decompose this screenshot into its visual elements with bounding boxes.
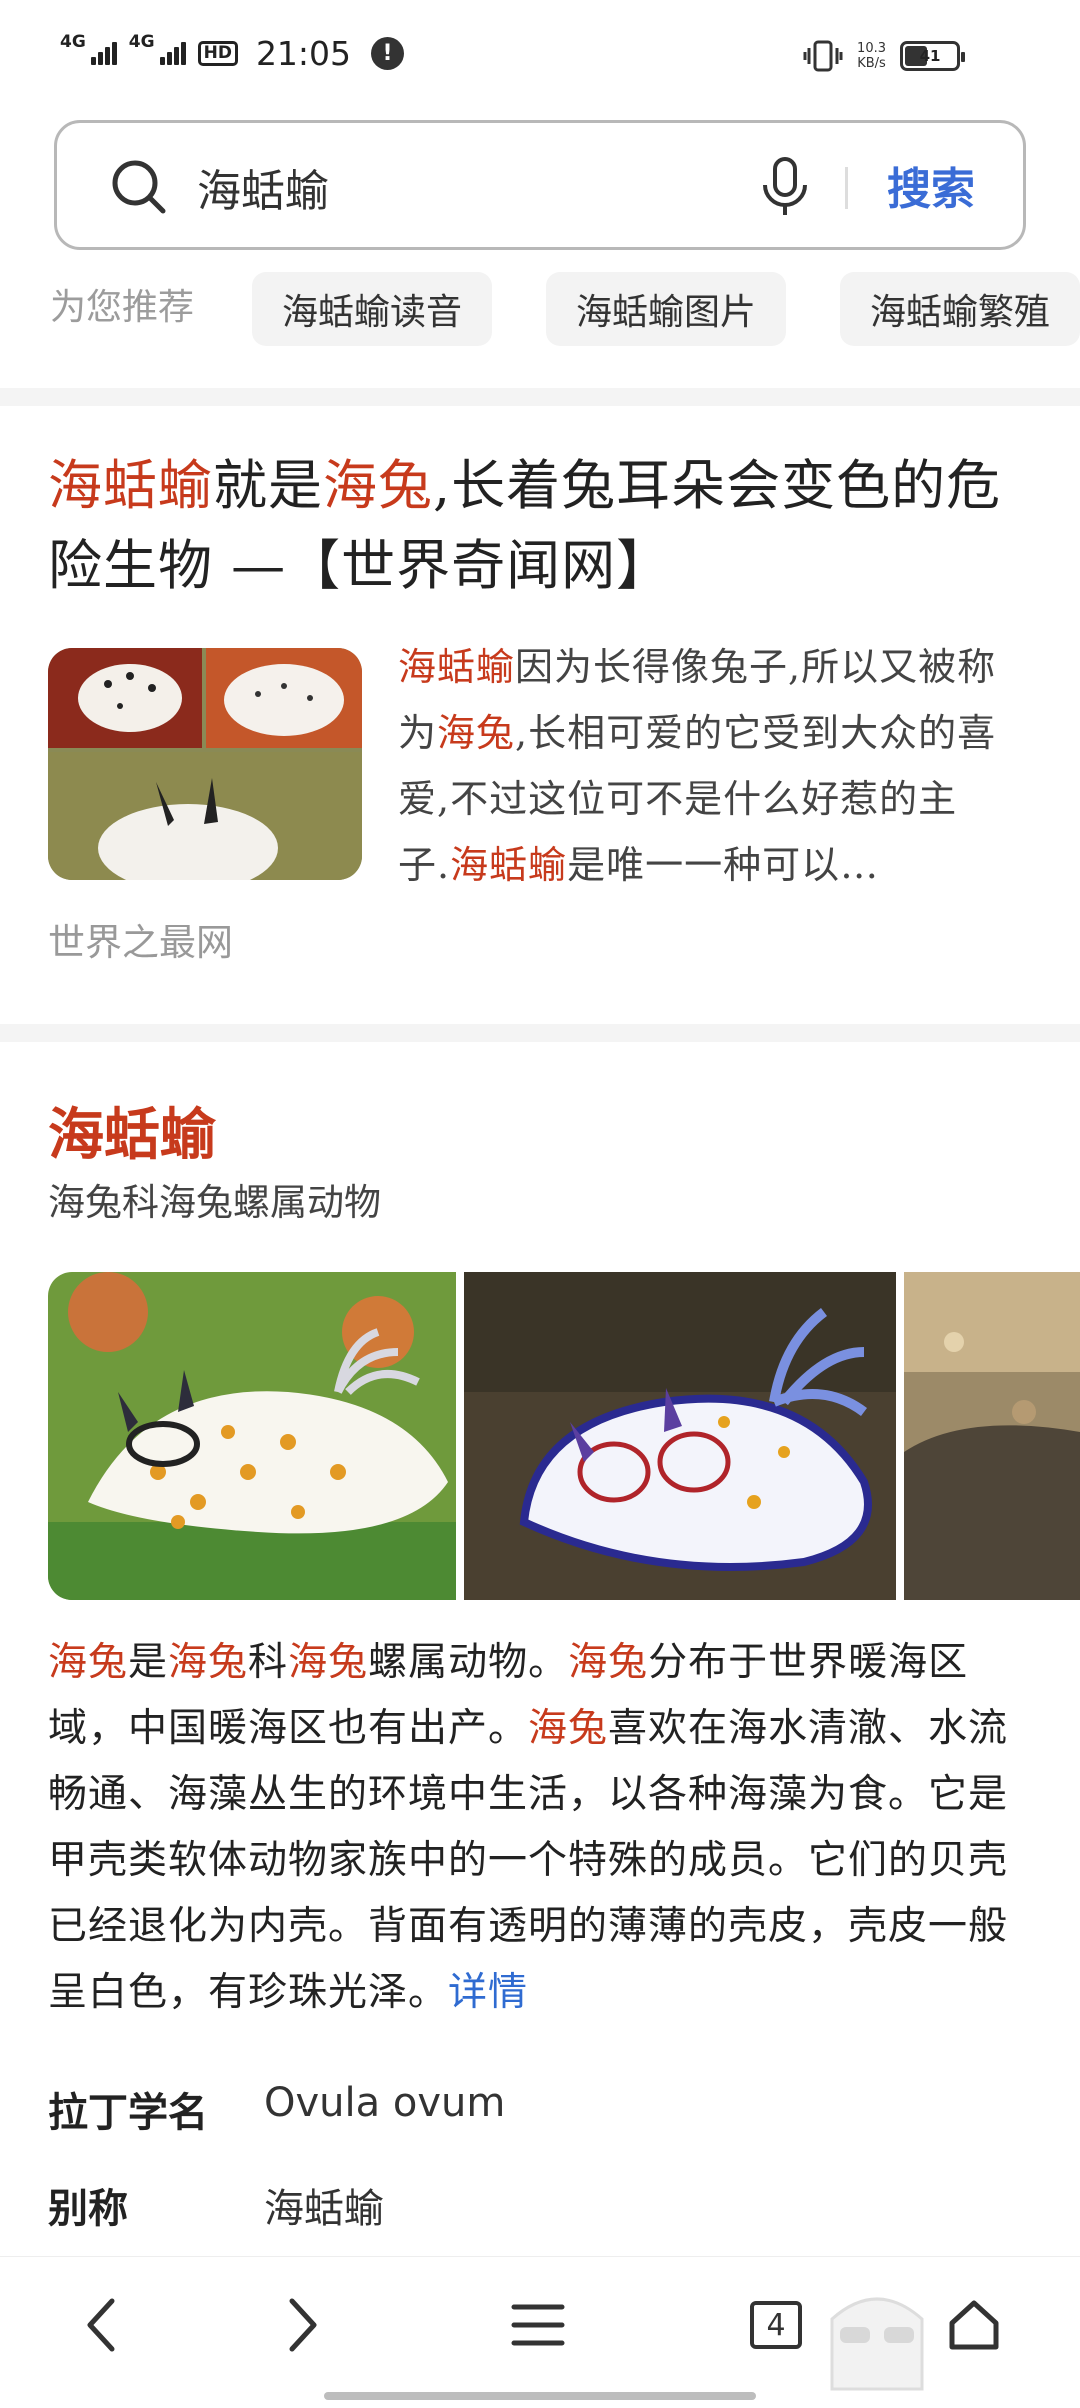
info-value: Ovula ovum: [264, 2080, 506, 2126]
network-speed: 10.3 KB/s: [857, 41, 886, 71]
card-description: 海兔是海兔科海兔螺属动物。海兔分布于世界暖海区域，中国暖海区也有出产。海兔喜欢在…: [48, 1640, 1009, 2015]
recommend-label: 为您推荐: [50, 287, 195, 328]
speed-value: 10.3: [857, 41, 886, 56]
recommend-chip[interactable]: 海蛞蝓图片: [546, 272, 787, 346]
status-left: 4G 4G HD 21:05 !: [60, 34, 405, 73]
search-divider: [845, 167, 848, 209]
image-gallery[interactable]: [48, 1272, 1080, 1600]
hd-voice-icon: HD: [197, 41, 238, 66]
forward-button[interactable]: [262, 2285, 342, 2365]
recommendation-row: 为您推荐 海蛞蝓读音 海蛞蝓图片 海蛞蝓繁殖: [0, 272, 1080, 352]
section-divider: [0, 388, 1080, 406]
recommend-chip[interactable]: 海蛞蝓繁殖: [840, 272, 1080, 346]
bottom-navigation: 4: [0, 2256, 1080, 2408]
result-snippet: 海蛞蝓因为长得像兔子,所以又被称为海兔,长相可爱的它受到大众的喜爱,不过这位可不…: [398, 645, 997, 887]
status-right: 10.3 KB/s 41: [803, 38, 965, 74]
search-icon: [112, 160, 166, 214]
gesture-home-bar[interactable]: [324, 2392, 756, 2400]
search-input[interactable]: 海蛞蝓: [197, 155, 329, 219]
details-link[interactable]: 详情: [448, 1970, 528, 2015]
menu-button[interactable]: [498, 2285, 578, 2365]
vibrate-icon: [803, 40, 843, 72]
tabs-button[interactable]: 4: [736, 2285, 816, 2365]
recommend-chip[interactable]: 海蛞蝓读音: [252, 272, 493, 346]
network-type-2: 4G: [128, 32, 155, 52]
tabs-count: 4: [750, 2301, 802, 2349]
home-icon: [949, 2300, 999, 2350]
status-bar: 4G 4G HD 21:05 ! 10.3 KB/s 41: [0, 0, 1080, 118]
search-button[interactable]: 搜索: [887, 153, 975, 217]
gallery-image[interactable]: [904, 1272, 1080, 1600]
back-button[interactable]: [62, 2285, 142, 2365]
battery-level: 41: [919, 47, 941, 65]
home-button[interactable]: [934, 2285, 1014, 2365]
speed-unit: KB/s: [857, 56, 886, 71]
info-key: 别称: [48, 2185, 128, 2232]
result-title-link[interactable]: 海蛞蝓就是海兔,长着兔耳朵会变色的危险生物 —【世界奇闻网】: [48, 446, 1038, 606]
result-thumbnail[interactable]: [48, 648, 362, 880]
microphone-icon[interactable]: [755, 155, 815, 219]
chevron-left-icon: [87, 2298, 115, 2352]
search-bar[interactable]: 海蛞蝓 搜索: [54, 120, 1026, 250]
card-title[interactable]: 海蛞蝓: [48, 1090, 216, 1171]
info-value: 海蛞蝓: [264, 2186, 384, 2232]
section-divider: [0, 1024, 1080, 1042]
menu-icon: [511, 2304, 565, 2346]
gallery-image[interactable]: [464, 1272, 896, 1600]
info-key: 拉丁学名: [48, 2089, 208, 2136]
signal-2-icon: 4G: [129, 34, 186, 65]
clock: 21:05: [255, 34, 352, 73]
alert-icon: !: [371, 37, 405, 70]
card-subtitle: 海兔科海兔螺属动物: [48, 1181, 381, 1224]
gallery-image[interactable]: [48, 1272, 456, 1600]
battery-icon: 41: [900, 41, 965, 71]
incognito-mascot-icon: [830, 2297, 924, 2391]
result-source[interactable]: 世界之最网: [48, 912, 233, 966]
network-type-1: 4G: [60, 32, 86, 52]
signal-1-icon: 4G: [60, 34, 117, 65]
chevron-right-icon: [289, 2298, 317, 2352]
